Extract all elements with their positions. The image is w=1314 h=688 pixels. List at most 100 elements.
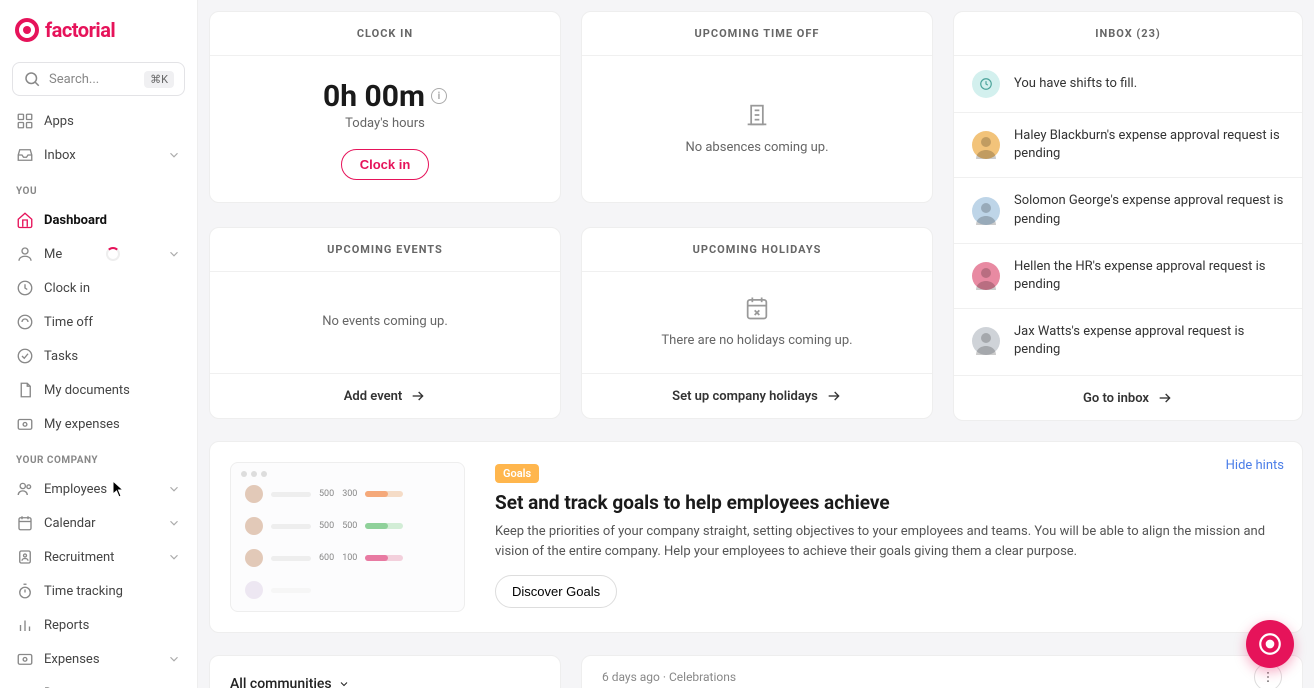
clock-icon [972, 70, 1000, 98]
sidebar-item-label: Clock in [44, 281, 90, 296]
holidays-header: UPCOMING HOLIDAYS [582, 228, 932, 272]
arrow-right-icon [410, 388, 426, 404]
sidebar-item-label: My documents [44, 383, 130, 398]
add-event-button[interactable]: Add event [210, 373, 560, 418]
expense-icon [16, 415, 34, 433]
holidays-empty-text: There are no holidays coming up. [661, 332, 852, 350]
clock-in-button[interactable]: Clock in [341, 149, 430, 180]
sidebar-item-time-tracking[interactable]: Time tracking [0, 574, 197, 608]
sidebar-item-label: Expenses [44, 652, 100, 667]
communities-card: All communities [209, 655, 561, 688]
sidebar-item-label: Apps [44, 114, 74, 129]
sidebar-item-my-expenses[interactable]: My expenses [0, 407, 197, 441]
clock-time: 0h 00m i [323, 79, 447, 114]
check-icon [16, 347, 34, 365]
sidebar-item-me[interactable]: Me [0, 237, 197, 271]
search-icon [23, 70, 41, 88]
avatar [245, 581, 263, 599]
sidebar-item-tasks[interactable]: Tasks [0, 339, 197, 373]
avatar [245, 549, 263, 567]
sidebar-item-employees[interactable]: Employees [0, 472, 197, 506]
chevron-down-icon [167, 148, 181, 162]
inbox-card: INBOX (23) You have shifts to fill. Hale… [953, 11, 1303, 421]
sidebar-item-label: Tasks [44, 349, 78, 364]
sidebar-item-my-documents[interactable]: My documents [0, 373, 197, 407]
chevron-down-icon [338, 678, 350, 688]
clock-in-header: CLOCK IN [210, 12, 560, 56]
sidebar-item-inbox[interactable]: Inbox [0, 138, 197, 172]
arrow-right-icon [826, 388, 842, 404]
sidebar-item-label: Time off [44, 315, 93, 330]
inbox-item-text: Solomon George's expense approval reques… [1014, 192, 1284, 228]
sidebar-item-reports[interactable]: Reports [0, 608, 197, 642]
inbox-item[interactable]: Hellen the HR's expense approval request… [954, 244, 1302, 309]
communities-selector[interactable]: All communities [230, 672, 540, 688]
clock-in-card: CLOCK IN 0h 00m i Today's hours Clock in [209, 11, 561, 203]
hint-illus-row: 600 100 [245, 549, 450, 567]
sidebar-item-label: Inbox [44, 148, 76, 163]
hint-illus-row: 500 300 [245, 485, 450, 503]
inbox-item-text: Haley Blackburn's expense approval reque… [1014, 127, 1284, 163]
inbox-item-text: Hellen the HR's expense approval request… [1014, 258, 1284, 294]
sidebar-item-time-off[interactable]: Time off [0, 305, 197, 339]
inbox-item[interactable]: Haley Blackburn's expense approval reque… [954, 113, 1302, 178]
more-vertical-icon [1261, 670, 1275, 684]
inbox-item[interactable]: Solomon George's expense approval reques… [954, 178, 1302, 243]
doc-icon [16, 381, 34, 399]
setup-holidays-button[interactable]: Set up company holidays [582, 373, 932, 418]
section-label: YOUR COMPANY [0, 441, 197, 472]
sidebar-item-clock-in[interactable]: Clock in [0, 271, 197, 305]
inbox-item[interactable]: Jax Watts's expense approval request is … [954, 309, 1302, 373]
sidebar-item-calendar[interactable]: Calendar [0, 506, 197, 540]
help-fab[interactable] [1246, 620, 1294, 668]
search-input[interactable]: Search... ⌘K [12, 62, 185, 96]
avatar [972, 131, 1000, 159]
sidebar-item-label: Calendar [44, 516, 96, 531]
sidebar-item-label: My expenses [44, 417, 120, 432]
post-meta: 6 days ago · Celebrations [602, 670, 736, 684]
headset-icon [1257, 631, 1283, 657]
building-icon [743, 101, 771, 129]
chevron-down-icon [167, 550, 181, 564]
calendar-x-icon [743, 294, 771, 322]
brand-name: factorial [45, 18, 115, 42]
sidebar-item-apps[interactable]: Apps [0, 104, 197, 138]
inbox-item[interactable]: You have shifts to fill. [954, 56, 1302, 113]
goals-badge: Goals [495, 464, 539, 483]
events-empty-text: No events coming up. [322, 313, 448, 331]
sidebar-item-dashboard[interactable]: Dashboard [0, 203, 197, 237]
avatar [245, 517, 263, 535]
avatar [972, 327, 1000, 355]
expense-icon [16, 650, 34, 668]
discover-goals-button[interactable]: Discover Goals [495, 575, 617, 608]
chevron-down-icon [167, 652, 181, 666]
chevron-down-icon [167, 516, 181, 530]
timeoff-icon [16, 313, 34, 331]
hint-description: Keep the priorities of your company stra… [495, 522, 1282, 561]
brand-logo[interactable]: factorial [0, 0, 197, 54]
avatar [245, 485, 263, 503]
holidays-card: UPCOMING HOLIDAYS There are no holidays … [581, 227, 933, 419]
sidebar-item-label: Reports [44, 618, 89, 633]
loading-spinner-icon [106, 247, 120, 261]
search-placeholder: Search... [49, 72, 99, 87]
go-to-inbox-button[interactable]: Go to inbox [954, 375, 1302, 420]
brand-mark-icon [15, 18, 39, 42]
badge-icon [16, 548, 34, 566]
sidebar-item-documents[interactable]: Documents [0, 676, 197, 688]
hint-illus-row: 500 500 [245, 517, 450, 535]
hint-illus-row [245, 581, 450, 599]
sidebar-item-expenses[interactable]: Expenses [0, 642, 197, 676]
sidebar-item-label: Time tracking [44, 584, 123, 599]
events-header: UPCOMING EVENTS [210, 228, 560, 272]
hide-hints-link[interactable]: Hide hints [1226, 458, 1284, 473]
avatar [972, 197, 1000, 225]
stopwatch-icon [16, 582, 34, 600]
timeoff-header: UPCOMING TIME OFF [582, 12, 932, 56]
hint-card: Hide hints 500 300 500 500 600 100 Goals… [209, 441, 1303, 633]
sidebar-item-label: Employees [44, 482, 107, 497]
sidebar-item-recruitment[interactable]: Recruitment [0, 540, 197, 574]
arrow-right-icon [1157, 390, 1173, 406]
info-icon[interactable]: i [431, 88, 447, 104]
hint-illustration: 500 300 500 500 600 100 [230, 462, 465, 612]
